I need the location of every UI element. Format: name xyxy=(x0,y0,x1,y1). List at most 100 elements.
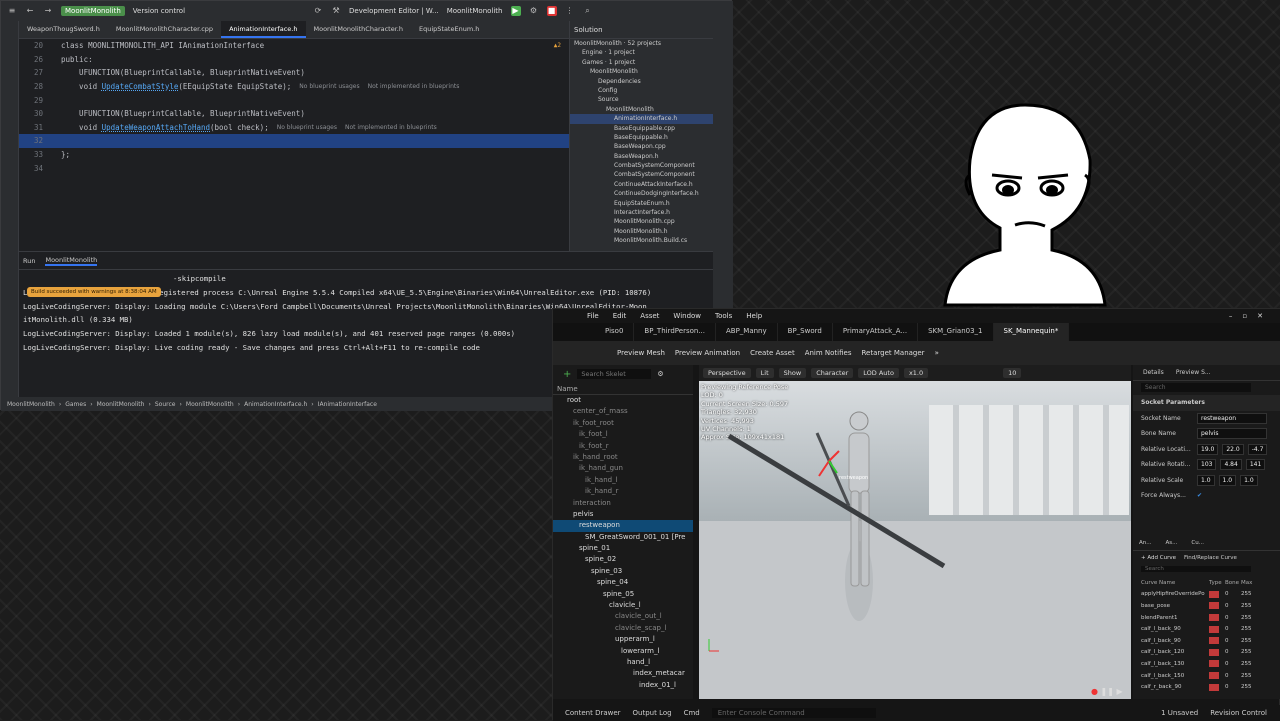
run-config[interactable]: Development Editor | W... xyxy=(349,7,439,15)
solution-item[interactable]: ContinueDodgingInterface.h xyxy=(570,189,713,198)
perspective-button[interactable]: Perspective xyxy=(703,368,751,378)
code-line[interactable]: 31 void UpdateWeaponAttachToHand (bool ch… xyxy=(19,121,569,135)
solution-item[interactable]: AnimationInterface.h xyxy=(570,114,713,124)
solution-item[interactable]: MoonlitMonolith · 52 projects xyxy=(570,39,713,48)
bone-item[interactable]: interaction xyxy=(553,498,693,509)
tab-weapon-sword[interactable]: WeaponThougSword.h xyxy=(19,21,108,38)
preview-scene-tab[interactable]: Preview S... xyxy=(1176,369,1211,376)
debug-icon[interactable]: ⚙ xyxy=(529,6,539,16)
solution-item[interactable]: Config xyxy=(570,86,713,95)
solution-item[interactable]: ContinueAttackInterface.h xyxy=(570,180,713,189)
rot-x-field[interactable]: 103 xyxy=(1197,459,1217,471)
bone-item[interactable]: root xyxy=(553,395,693,406)
bone-item[interactable]: ik_hand_r xyxy=(553,486,693,497)
bone-header[interactable]: Bone xyxy=(1225,580,1241,586)
inlay-hint[interactable]: Not implemented in blueprints xyxy=(345,124,437,131)
curve-row[interactable]: blendParent1 0 255 xyxy=(1133,612,1280,624)
code-line[interactable]: 30 UFUNCTION(BlueprintCallable, Blueprin… xyxy=(19,107,569,121)
inlay-hint[interactable]: No blueprint usages xyxy=(299,83,359,90)
overflow-icon[interactable]: » xyxy=(935,349,939,357)
warnings-indicator[interactable]: ▲2 xyxy=(554,42,561,49)
rot-y-field[interactable]: 4.84 xyxy=(1220,459,1242,471)
ue-tab[interactable]: PrimaryAttack_A... xyxy=(833,323,919,341)
bone-item[interactable]: ik_foot_r xyxy=(553,441,693,452)
tab-character-cpp[interactable]: MoonlitMonolithCharacter.cpp xyxy=(108,21,221,38)
curve-row[interactable]: calf_r_back_90 0 255 xyxy=(1133,681,1280,693)
curve-row[interactable]: calf_l_back_120 0 255 xyxy=(1133,647,1280,659)
skeleton-search[interactable]: Search Skelet xyxy=(577,369,652,379)
menu-window[interactable]: Window xyxy=(673,312,701,320)
loc-x-field[interactable]: 19.0 xyxy=(1197,443,1219,455)
bone-item[interactable]: upperarm_l xyxy=(553,634,693,645)
run-target[interactable]: MoonlitMonolith xyxy=(447,7,503,15)
add-curve-button[interactable]: + Add Curve xyxy=(1141,555,1176,561)
bone-item[interactable]: clavicle_scap_l xyxy=(553,623,693,634)
curves-search[interactable]: Search xyxy=(1141,566,1251,572)
solution-item[interactable]: Source xyxy=(570,95,713,104)
tab-animation-interface[interactable]: AnimationInterface.h xyxy=(221,21,306,38)
solution-item[interactable]: CombatSystemComponent xyxy=(570,170,713,179)
breadcrumb-item[interactable]: Source xyxy=(155,401,176,408)
curve-row[interactable]: calf_l_back_150 0 255 xyxy=(1133,670,1280,682)
menu-help[interactable]: Help xyxy=(746,312,762,320)
solution-item[interactable]: EquipStateEnum.h xyxy=(570,199,713,208)
tab-equip-state[interactable]: EquipStateEnum.h xyxy=(411,21,487,38)
bone-item[interactable]: clavicle_out_l xyxy=(553,611,693,622)
breadcrumb-item[interactable]: AnimationInterface.h xyxy=(244,401,307,408)
preview-mesh-button[interactable]: Preview Mesh xyxy=(617,349,665,357)
breadcrumb-item[interactable]: MoonlitMonolith xyxy=(186,401,234,408)
run-tab[interactable]: Run xyxy=(23,257,35,265)
code-line[interactable]: 32 xyxy=(19,134,569,148)
project-name[interactable]: MoonlitMonolith xyxy=(61,6,125,16)
back-icon[interactable]: ← xyxy=(25,6,35,16)
inlay-hint[interactable]: No blueprint usages xyxy=(277,124,337,131)
code-line[interactable]: 34 xyxy=(19,161,569,175)
output-log-button[interactable]: Output Log xyxy=(633,709,672,717)
curve-row[interactable]: applyHipfireOverridePo 0 255 xyxy=(1133,589,1280,601)
code-line[interactable]: 20 class MOONLITMONOLITH_API IAnimationIn… xyxy=(19,39,569,53)
refresh-icon[interactable]: ⟳ xyxy=(313,6,323,16)
solution-item[interactable]: BaseWeapon.h xyxy=(570,152,713,161)
socket-name-field[interactable]: restweapon xyxy=(1197,412,1267,424)
find-replace-curve-button[interactable]: Find/Replace Curve xyxy=(1184,555,1237,561)
hammer-icon[interactable]: ⚒ xyxy=(331,6,341,16)
bone-item[interactable]: lowerarm_l xyxy=(553,646,693,657)
ue-tab[interactable]: SKM_Grian03_1 xyxy=(918,323,994,341)
bone-item[interactable]: center_of_mass xyxy=(553,406,693,417)
console-input[interactable]: Enter Console Command xyxy=(711,708,876,718)
ue-tab[interactable]: Piso0 xyxy=(595,323,635,341)
type-header[interactable]: Type xyxy=(1209,580,1225,586)
search-icon[interactable]: ⌕ xyxy=(583,6,593,16)
breadcrumb-item[interactable]: IAnimationInterface xyxy=(318,401,377,408)
solution-item[interactable]: BaseEquippable.cpp xyxy=(570,124,713,133)
curve-name-header[interactable]: Curve Name xyxy=(1141,580,1209,586)
code-line[interactable]: 27 UFUNCTION(BlueprintCallable, Blueprin… xyxy=(19,66,569,80)
solution-item[interactable]: MoonlitMonolith.Build.cs xyxy=(570,236,713,245)
content-drawer-button[interactable]: Content Drawer xyxy=(565,709,621,717)
solution-item[interactable]: CombatSystemComponent xyxy=(570,161,713,170)
more-icon[interactable]: ⋮ xyxy=(565,6,575,16)
loc-z-field[interactable]: -4.7 xyxy=(1247,443,1268,455)
settings-icon[interactable]: ⚙ xyxy=(657,370,663,378)
menu-icon[interactable]: ≡ xyxy=(7,6,17,16)
max-header[interactable]: Max xyxy=(1241,580,1252,586)
bone-item[interactable]: SM_GreatSword_001_01 [Pre xyxy=(553,532,693,543)
scale-z-field[interactable]: 1.0 xyxy=(1240,474,1258,486)
scale-y-field[interactable]: 1.0 xyxy=(1218,474,1237,486)
run-icon[interactable]: ▶ xyxy=(510,6,521,16)
retarget-manager-button[interactable]: Retarget Manager xyxy=(862,349,925,357)
code-line[interactable]: 28 void UpdateCombatStyle (EEquipState Eq… xyxy=(19,80,569,94)
force-always-checkbox[interactable]: ✔ xyxy=(1197,492,1202,499)
curve-row[interactable]: calf_l_back_90 0 255 xyxy=(1133,635,1280,647)
code-editor[interactable]: 20 class MOONLITMONOLITH_API IAnimationIn… xyxy=(19,39,569,249)
solution-item[interactable]: BaseWeapon.cpp xyxy=(570,142,713,151)
function-name[interactable]: UpdateCombatStyle xyxy=(102,82,179,91)
grid-size[interactable]: 10 xyxy=(1003,368,1022,378)
breadcrumb-item[interactable]: MoonlitMonolith xyxy=(7,401,55,408)
bone-item[interactable]: clavicle_l xyxy=(553,600,693,611)
bone-item[interactable]: spine_01 xyxy=(553,543,693,554)
run-config-tab[interactable]: MoonlitMonolith xyxy=(45,256,98,266)
tab-character-h[interactable]: MoonlitMonolithCharacter.h xyxy=(306,21,411,38)
breadcrumb-item[interactable]: Games xyxy=(65,401,86,408)
lod-button[interactable]: LOD Auto xyxy=(858,368,899,378)
